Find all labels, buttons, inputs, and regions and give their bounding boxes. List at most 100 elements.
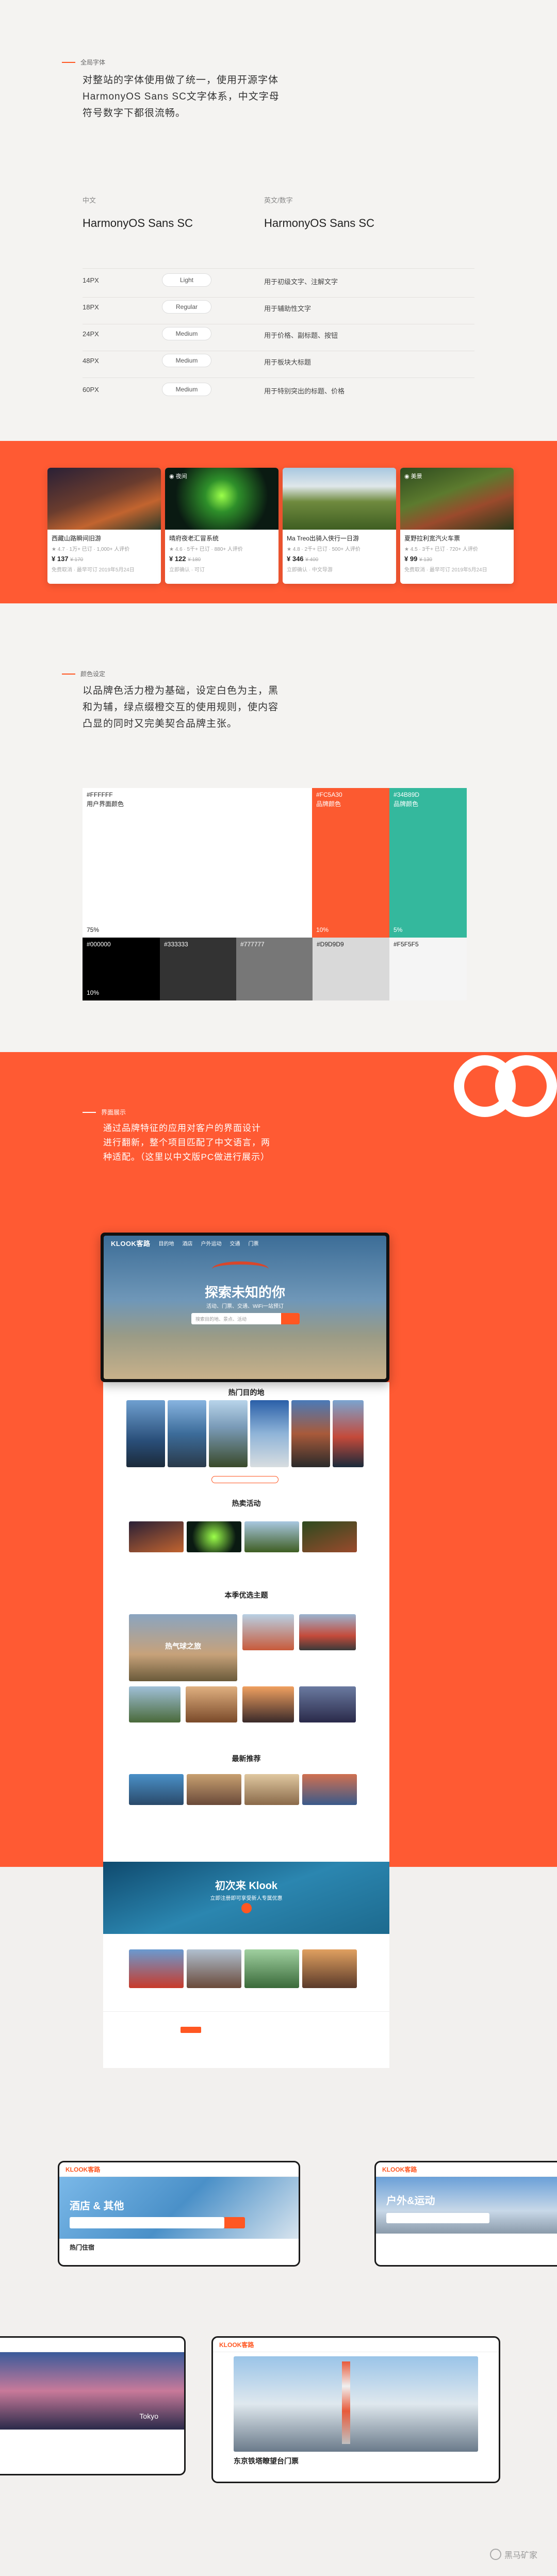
product-card[interactable]: Ma Treo出骑入侠行一日游 ★ 4.8 · 2千+ 已订 · 500+ 人评… xyxy=(283,468,396,584)
label-dash xyxy=(62,61,75,63)
destination-thumb[interactable] xyxy=(250,1400,289,1467)
promo-thumb[interactable] xyxy=(244,1949,299,1988)
browser-frame: KLOOK客路 目的地 酒店 户外运动 交通 门票 探索未知的你 活动、门票、交… xyxy=(101,1233,389,1382)
destination-thumb[interactable] xyxy=(168,1400,206,1467)
top-nav: KLOOK客路 xyxy=(213,2338,499,2352)
theme-thumb[interactable] xyxy=(186,1686,237,1722)
outdoor-search-input[interactable] xyxy=(386,2213,489,2223)
promo-thumb[interactable] xyxy=(302,1949,357,1988)
footer-subscribe-button[interactable] xyxy=(181,2027,201,2033)
paraglider-icon xyxy=(212,1261,269,1277)
card-showcase-band: 西藏山路瞬间旧游 ★ 4.7 · 1万+ 已订 · 1,000+ 人评价 ¥ 1… xyxy=(0,441,557,603)
card-image: ◉ 夜间 xyxy=(165,468,278,530)
hero-search-input[interactable]: 搜索目的地、景点、活动 xyxy=(191,1313,300,1324)
swatch-brand-green: #34B89D 品牌颜色 5% xyxy=(389,788,467,938)
destination-thumb[interactable] xyxy=(333,1400,364,1467)
destination-thumb[interactable] xyxy=(209,1400,248,1467)
font-use: 用于板块大标题 xyxy=(264,358,312,366)
theme-thumb[interactable] xyxy=(299,1614,356,1650)
theme-thumb[interactable] xyxy=(242,1614,294,1650)
font-size-row-4: 48PX xyxy=(83,357,99,365)
activity-thumb[interactable] xyxy=(187,1521,241,1552)
font-size-row-5: 60PX xyxy=(83,386,99,393)
divider xyxy=(83,297,474,298)
destination-thumb[interactable] xyxy=(291,1400,330,1467)
activity-thumb[interactable] xyxy=(129,1521,184,1552)
view-more-button[interactable] xyxy=(211,1476,278,1483)
product-card[interactable]: ◉ 美景 夏野拉利宽汽火车票 ★ 4.5 · 3千+ 已订 · 720+ 人评价… xyxy=(400,468,514,584)
theme-thumb[interactable] xyxy=(242,1686,294,1722)
font-use: 用于特别突出的标题、价格 xyxy=(264,387,345,395)
card-image xyxy=(47,468,161,530)
klook-logo[interactable]: KLOOK客路 xyxy=(382,2165,417,2174)
recommend-thumb[interactable] xyxy=(302,1774,357,1805)
footer-divider xyxy=(103,2011,389,2012)
swatch-light-gray: #D9D9D9 xyxy=(313,938,389,1000)
nav-item[interactable]: 门票 xyxy=(248,1239,258,1247)
screen-title: 酒店 & 其他 xyxy=(70,2201,124,2212)
swatch-off-white: #F5F5F5 xyxy=(389,938,467,1000)
promo-thumb[interactable] xyxy=(187,1949,241,1988)
klook-logo[interactable]: KLOOK客路 xyxy=(219,2340,254,2349)
color-section-label: 颜色设定 xyxy=(62,669,105,678)
hotel-search-input[interactable] xyxy=(70,2217,224,2228)
hotel-hero: 酒店 & 其他 xyxy=(59,2177,299,2239)
hotel-search-button[interactable] xyxy=(224,2217,245,2228)
screen-tokyo: Tokyo xyxy=(0,2336,186,2475)
recommend-thumb[interactable] xyxy=(187,1774,241,1805)
recommend-thumb[interactable] xyxy=(244,1774,299,1805)
top-nav xyxy=(0,2338,184,2352)
card-title: Ma Treo出骑入侠行一日游 xyxy=(287,535,359,542)
card-price: ¥ 99 ¥ 130 xyxy=(404,555,432,563)
product-title: 东京铁塔瞭望台门票 xyxy=(234,2457,299,2465)
card-title: 夏野拉利宽汽火车票 xyxy=(404,535,461,542)
card-title: 晴府夜老汇冒系统 xyxy=(169,535,219,542)
nav-item[interactable]: 户外运动 xyxy=(201,1239,221,1247)
screen-hotels: KLOOK客路 酒店 & 其他 热门住宿 xyxy=(58,2161,300,2267)
divider xyxy=(83,268,474,269)
font-use: 用于辅助性文字 xyxy=(264,305,312,313)
card-orig-price: ¥ 400 xyxy=(305,557,319,563)
ring-decoration xyxy=(495,1055,557,1117)
activity-thumb[interactable] xyxy=(244,1521,299,1552)
card-price: ¥ 122 ¥ 180 xyxy=(169,555,201,563)
tokyo-hero: Tokyo xyxy=(0,2352,184,2430)
promo-thumb[interactable] xyxy=(129,1949,184,1988)
en-font-name: HarmonyOS Sans SC xyxy=(264,217,374,229)
swatch-white: #FFFFFF 用户界面颜色 75% xyxy=(83,788,312,938)
section-title: 热卖活动 xyxy=(232,1499,261,1507)
nav-item[interactable]: 目的地 xyxy=(158,1239,174,1247)
screen-title: 户外&运动 xyxy=(386,2195,435,2207)
theme-thumb[interactable] xyxy=(299,1686,356,1722)
product-card[interactable]: 西藏山路瞬间旧游 ★ 4.7 · 1万+ 已订 · 1,000+ 人评价 ¥ 1… xyxy=(47,468,161,584)
product-card[interactable]: ◉ 夜间 晴府夜老汇冒系统 ★ 4.6 · 5千+ 已订 · 880+ 人评价 … xyxy=(165,468,278,584)
destination-thumb[interactable] xyxy=(126,1400,165,1467)
first-time-banner: 初次来 Klook 立即注册即可享受新人专属优惠 xyxy=(103,1862,389,1934)
hero-title: 探索未知的你 xyxy=(204,1285,285,1300)
activity-thumb[interactable] xyxy=(302,1521,357,1552)
theme-feature-image[interactable]: 热气球之旅 xyxy=(129,1614,237,1681)
swatch-dark-gray: #333333 xyxy=(160,938,236,1000)
nav-item[interactable]: 交通 xyxy=(230,1239,240,1247)
nav-item[interactable]: 酒店 xyxy=(182,1239,192,1247)
banner-cta-button[interactable] xyxy=(241,1903,252,1913)
card-orig-price: ¥ 170 xyxy=(70,557,84,563)
city-label: Tokyo xyxy=(139,2412,158,2420)
font-weight-pill: Light xyxy=(162,273,211,287)
tower-icon xyxy=(342,2361,350,2444)
section-title: 本季优选主题 xyxy=(224,1591,268,1599)
card-foot: 立即确认 · 可订 xyxy=(169,567,205,573)
theme-thumb[interactable] xyxy=(129,1686,181,1722)
top-nav: KLOOK客路 xyxy=(59,2162,299,2177)
font-size-row-1: 14PX xyxy=(83,276,99,284)
recommend-thumb[interactable] xyxy=(129,1774,184,1805)
search-button[interactable] xyxy=(281,1313,300,1324)
card-meta: ★ 4.7 · 1万+ 已订 · 1,000+ 人评价 xyxy=(52,547,130,552)
klook-logo[interactable]: KLOOK客路 xyxy=(111,1238,150,1248)
cn-font-name: HarmonyOS Sans SC xyxy=(83,217,193,229)
card-foot: 立即确认 · 中文导游 xyxy=(287,567,333,573)
klook-logo[interactable]: KLOOK客路 xyxy=(65,2165,100,2174)
font-size-row-3: 24PX xyxy=(83,330,99,338)
card-price: ¥ 137 ¥ 170 xyxy=(52,555,84,563)
section-title: 最新推荐 xyxy=(232,1754,261,1763)
